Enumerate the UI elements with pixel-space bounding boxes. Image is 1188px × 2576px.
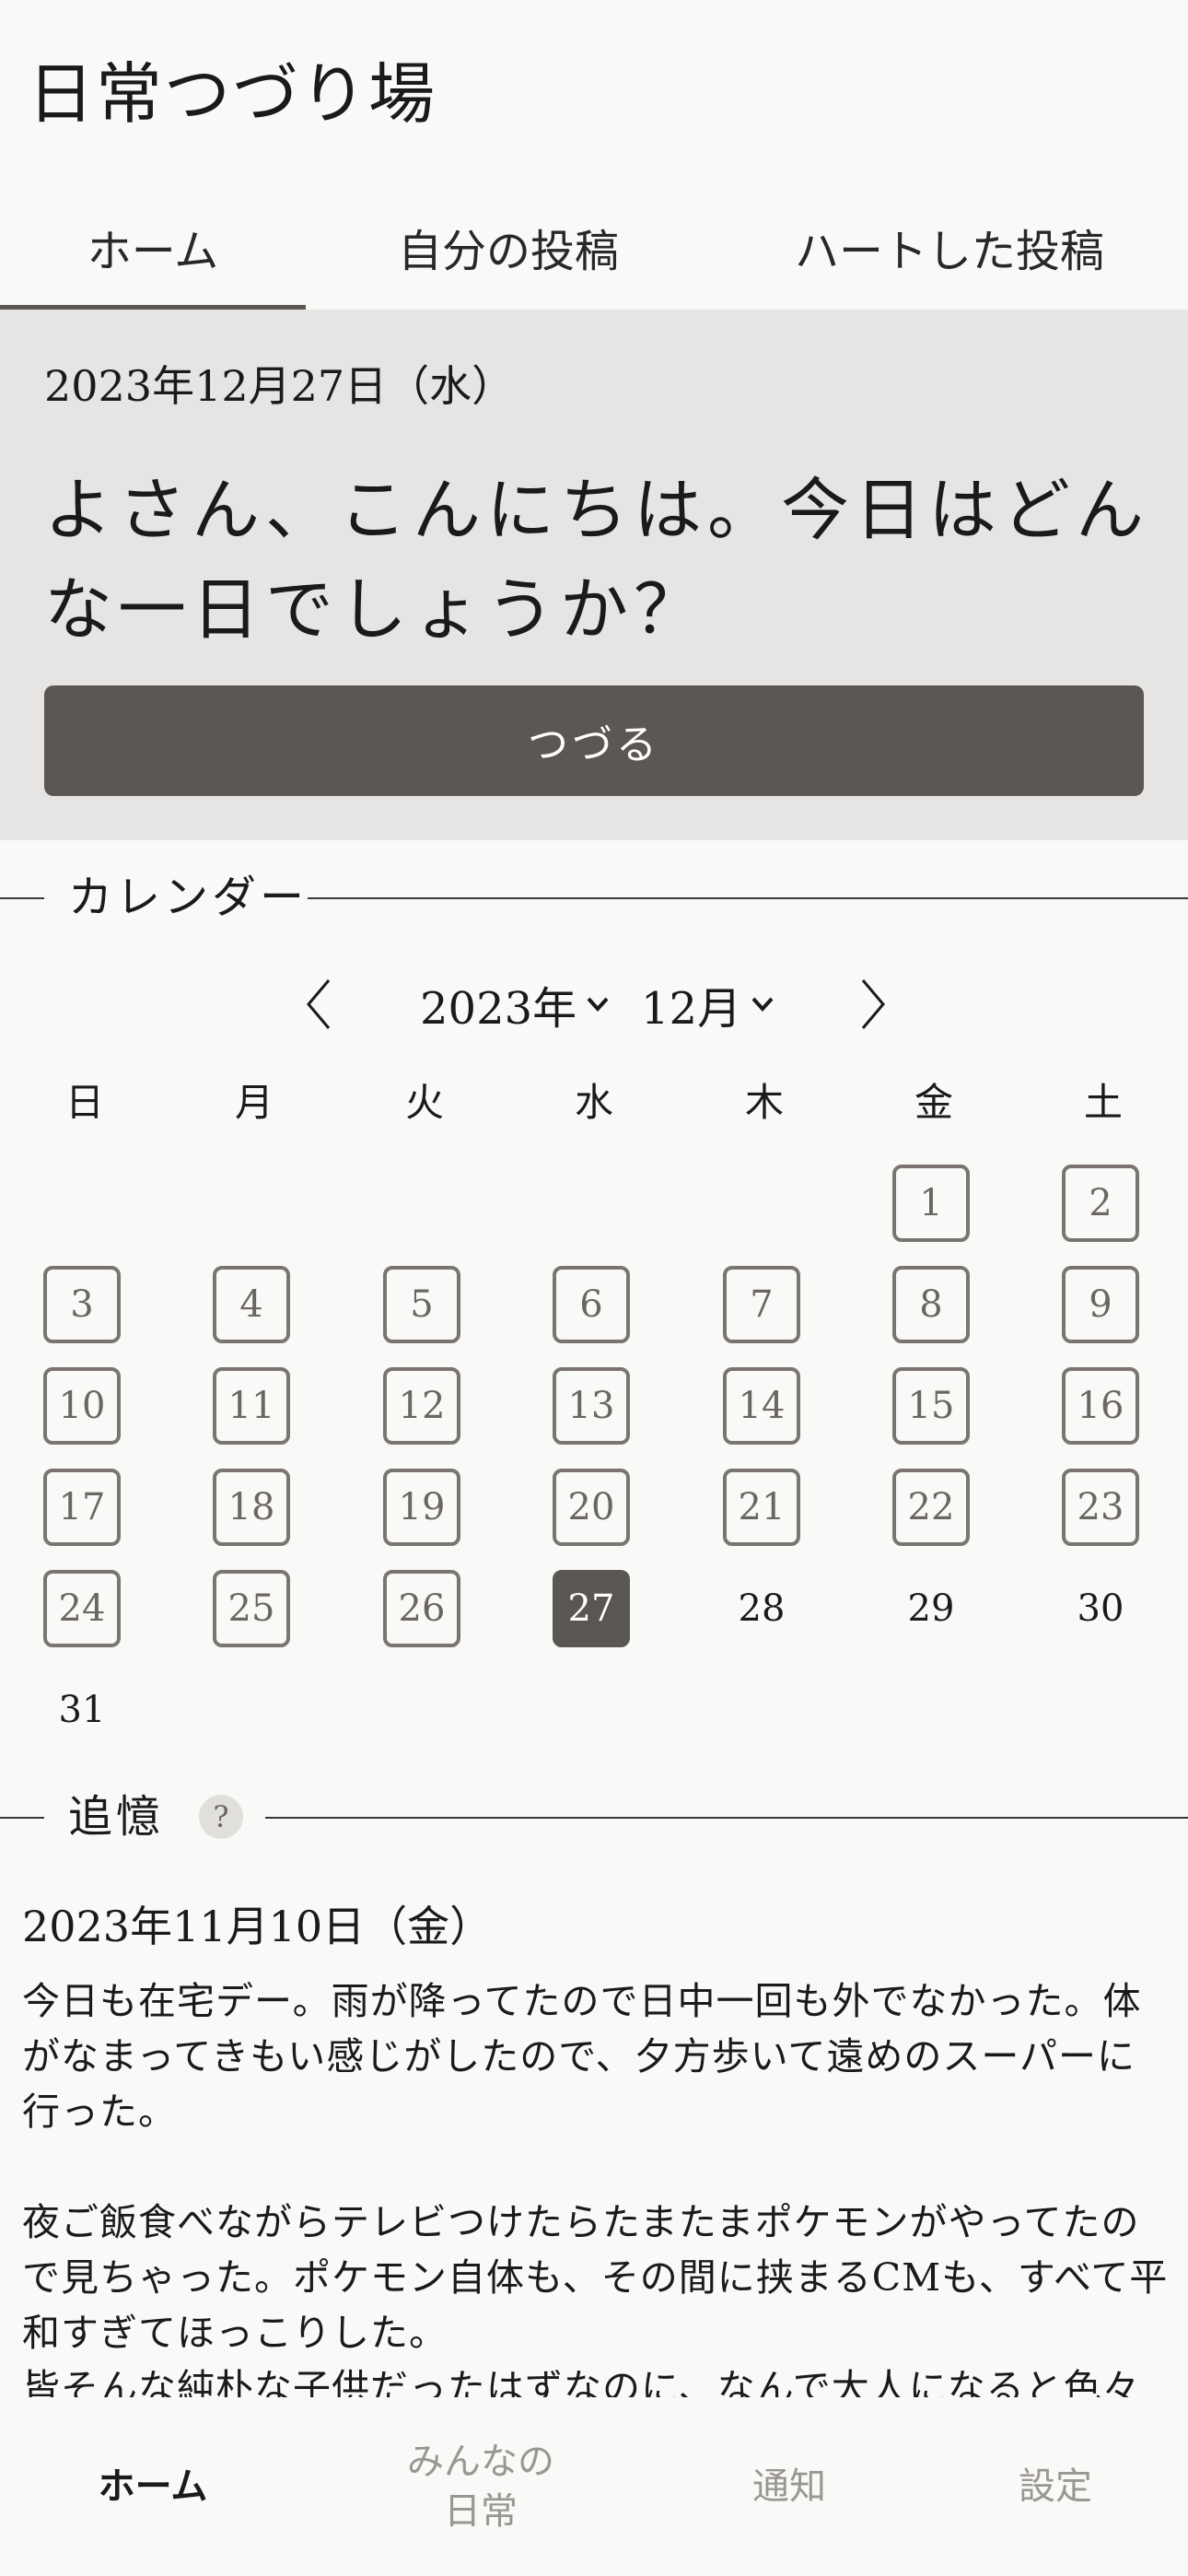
calendar-day-18[interactable]: 18 [213, 1469, 290, 1546]
chevron-down-icon [751, 997, 774, 1012]
calendar-day-26[interactable]: 26 [383, 1570, 460, 1647]
month-select[interactable]: 12月 [641, 967, 775, 1041]
memory-heading-label: 追憶 [68, 1791, 165, 1843]
calendar-day-30[interactable]: 30 [1062, 1570, 1139, 1647]
greeting-message: よさん、こんにちは。今日はどんな一日でしょうか？ [44, 471, 1149, 650]
calendar-day-28[interactable]: 28 [723, 1570, 800, 1647]
calendar-day-19[interactable]: 19 [383, 1469, 460, 1546]
calendar-day-7[interactable]: 7 [723, 1266, 800, 1343]
calendar-day-21[interactable]: 21 [723, 1469, 800, 1546]
calendar-day-17[interactable]: 17 [43, 1469, 121, 1546]
chevron-left-icon[interactable] [291, 967, 346, 1041]
calendar-day-8[interactable]: 8 [892, 1266, 970, 1343]
calendar-day-5[interactable]: 5 [383, 1266, 460, 1343]
year-select-value: 2023年 [420, 983, 577, 1035]
tab-hearted-posts[interactable]: ハートした投稿 [711, 184, 1188, 310]
divider [0, 897, 44, 899]
today-date: 2023年12月27日（水） [44, 361, 515, 411]
calendar-day-4[interactable]: 4 [213, 1266, 290, 1343]
calendar-navigation: 2023年 12月 [0, 967, 1188, 1041]
weekday-wed: 水 [574, 1080, 613, 1125]
bottom-nav-settings[interactable]: 設定 [923, 2397, 1188, 2576]
calendar-day-22[interactable]: 22 [892, 1469, 970, 1546]
bottom-nav-notifications-label: 通知 [752, 2465, 826, 2508]
memory-date: 2023年11月10日（金） [22, 1902, 493, 1951]
year-select[interactable]: 2023年 [420, 967, 610, 1041]
calendar-day-1[interactable]: 1 [892, 1165, 970, 1242]
help-icon[interactable]: ? [199, 1795, 243, 1839]
calendar-day-24[interactable]: 24 [43, 1570, 121, 1647]
calendar-day-10[interactable]: 10 [43, 1367, 121, 1445]
bottom-nav-everyone[interactable]: みんなの 日常 [306, 2397, 656, 2576]
app-title: 日常つづり場 [28, 55, 437, 133]
calendar-day-6[interactable]: 6 [553, 1266, 630, 1343]
calendar-day-16[interactable]: 16 [1062, 1367, 1139, 1445]
weekday-header: 日 月 火 水 木 金 土 [0, 1071, 1188, 1135]
write-button[interactable]: つづる [44, 685, 1144, 796]
calendar-day-25[interactable]: 25 [213, 1570, 290, 1647]
weekday-sat: 土 [1083, 1080, 1123, 1125]
weekday-sun: 日 [64, 1080, 104, 1125]
bottom-nav-notifications[interactable]: 通知 [656, 2397, 923, 2576]
bottom-nav-home-label: ホーム [98, 2465, 208, 2508]
calendar-day-29[interactable]: 29 [892, 1570, 970, 1647]
bottom-navigation: ホーム みんなの 日常 通知 設定 [0, 2397, 1188, 2576]
calendar-day-2[interactable]: 2 [1062, 1165, 1139, 1242]
calendar-day-31[interactable]: 31 [43, 1671, 121, 1749]
bottom-nav-settings-label: 設定 [1019, 2465, 1092, 2508]
chevron-right-icon[interactable] [845, 967, 901, 1041]
calendar-day-12[interactable]: 12 [383, 1367, 460, 1445]
calendar-day-9[interactable]: 9 [1062, 1266, 1139, 1343]
calendar-day-27[interactable]: 27 [553, 1570, 630, 1647]
weekday-tue: 火 [404, 1080, 444, 1125]
memory-heading: 追憶 ? [0, 1789, 1188, 1844]
tab-my-posts[interactable]: 自分の投稿 [306, 184, 711, 310]
memory-body: 今日も在宅デー。雨が降ってたので日中一回も外でなかった。体がなまってきもい感じが… [22, 1979, 1169, 2397]
chevron-down-icon [587, 997, 609, 1012]
bottom-nav-everyone-label: みんなの 日常 [407, 2441, 554, 2533]
divider [0, 1817, 44, 1819]
calendar-day-20[interactable]: 20 [553, 1469, 630, 1546]
calendar-heading: カレンダー [0, 870, 1188, 925]
tab-home[interactable]: ホーム [0, 184, 306, 310]
month-select-value: 12月 [641, 983, 742, 1035]
weekday-fri: 金 [914, 1080, 953, 1125]
divider [265, 1817, 1188, 1819]
calendar-heading-label: カレンダー [68, 872, 309, 923]
top-tabs: ホーム 自分の投稿 ハートした投稿 [0, 184, 1188, 310]
calendar-day-14[interactable]: 14 [723, 1367, 800, 1445]
calendar-day-23[interactable]: 23 [1062, 1469, 1139, 1546]
weekday-thu: 木 [744, 1080, 784, 1125]
calendar-day-3[interactable]: 3 [43, 1266, 121, 1343]
memory-post[interactable]: 2023年11月10日（金） 今日も在宅デー。雨が降ってたので日中一回も外でなか… [22, 1894, 1173, 2397]
weekday-mon: 月 [234, 1080, 274, 1125]
calendar-day-13[interactable]: 13 [553, 1367, 630, 1445]
divider [308, 897, 1188, 899]
calendar-day-15[interactable]: 15 [892, 1367, 970, 1445]
bottom-nav-home[interactable]: ホーム [0, 2397, 306, 2576]
calendar-day-11[interactable]: 11 [213, 1367, 290, 1445]
greeting-panel: 2023年12月27日（水） よさん、こんにちは。今日はどんな一日でしょうか？ … [0, 310, 1188, 840]
